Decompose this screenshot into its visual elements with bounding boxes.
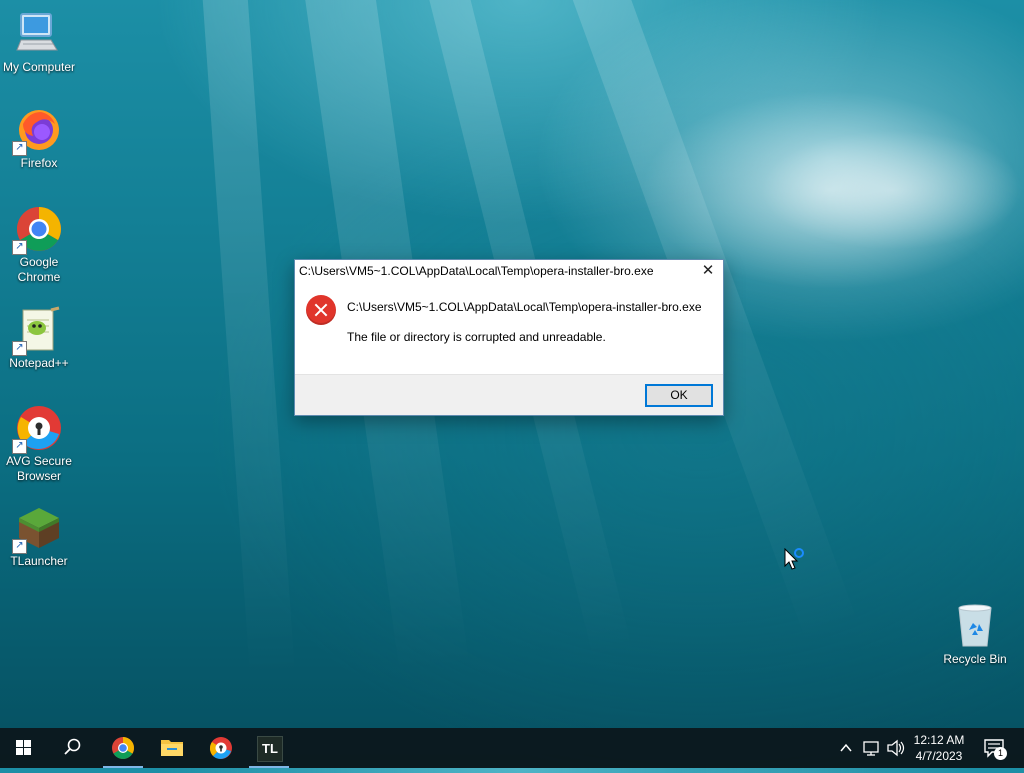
windows-logo-icon — [16, 740, 31, 755]
desktop-icon-chrome[interactable]: ↗ Google Chrome — [0, 205, 78, 285]
taskbar-app-avg-browser[interactable] — [197, 728, 245, 768]
recycle-bin-icon — [951, 602, 999, 650]
show-hidden-icons-button[interactable] — [836, 728, 856, 768]
chrome-icon — [112, 737, 134, 759]
dialog-footer: OK — [295, 374, 723, 415]
dialog-title: C:\Users\VM5~1.COL\AppData\Local\Temp\op… — [299, 264, 654, 278]
notification-count-badge: 1 — [994, 747, 1007, 760]
start-button[interactable] — [0, 728, 48, 768]
desktop-icon-recycle-bin[interactable]: Recycle Bin — [936, 602, 1014, 667]
desktop-icon-label: Google Chrome — [17, 255, 61, 284]
dialog-title-bar[interactable]: C:\Users\VM5~1.COL\AppData\Local\Temp\op… — [295, 260, 723, 282]
clock-date: 4/7/2023 — [915, 749, 963, 763]
desktop-icon-label: My Computer — [2, 60, 76, 74]
wave-foam — [760, 130, 1024, 250]
tlauncher-icon: ↗ — [12, 504, 63, 554]
clock-time: 12:12 AM — [913, 733, 965, 747]
light-ray — [200, 0, 296, 680]
tlauncher-icon: TL — [257, 736, 283, 762]
error-icon — [306, 295, 336, 325]
error-dialog: C:\Users\VM5~1.COL\AppData\Local\Temp\op… — [294, 259, 724, 416]
busy-cursor-icon — [784, 547, 808, 579]
avg-browser-icon — [209, 737, 232, 759]
taskbar-app-file-explorer[interactable] — [148, 728, 196, 768]
volume-tray-button[interactable] — [884, 728, 906, 768]
shortcut-arrow-icon: ↗ — [12, 539, 27, 554]
taskbar-app-tlauncher[interactable]: TL — [245, 728, 293, 768]
shortcut-arrow-icon: ↗ — [12, 141, 27, 156]
taskbar: TL 12:12 AM 4/7/2023 1 — [0, 728, 1024, 768]
desktop-icon-my-computer[interactable]: My Computer — [0, 10, 78, 75]
chrome-icon: ↗ — [12, 205, 63, 255]
desktop-icon-avg-secure-browser[interactable]: ↗ AVG Secure Browser — [0, 404, 78, 484]
desktop-icon-label: Recycle Bin — [943, 652, 1007, 666]
close-button[interactable]: ✕ — [693, 260, 723, 282]
notepadpp-icon: ↗ — [12, 306, 63, 356]
search-button[interactable] — [48, 728, 96, 768]
desktop-icon-firefox[interactable]: ↗ Firefox — [0, 106, 78, 171]
computer-icon — [15, 10, 63, 58]
dialog-message: The file or directory is corrupted and u… — [347, 330, 606, 344]
shortcut-arrow-icon: ↗ — [12, 341, 27, 356]
desktop-icon-label: Notepad++ — [9, 356, 69, 370]
shortcut-arrow-icon: ↗ — [12, 439, 27, 454]
desktop-icon-tlauncher[interactable]: ↗ TLauncher — [0, 504, 78, 569]
chevron-up-icon — [840, 743, 852, 752]
clock-button[interactable]: 12:12 AM 4/7/2023 — [908, 728, 970, 768]
firefox-icon: ↗ — [12, 106, 63, 156]
avg-browser-icon: ↗ — [12, 404, 63, 454]
network-tray-button[interactable] — [860, 728, 882, 768]
network-icon — [863, 741, 879, 756]
shortcut-arrow-icon: ↗ — [12, 240, 27, 255]
taskbar-app-chrome[interactable] — [99, 728, 147, 768]
action-center-button[interactable]: 1 — [976, 728, 1016, 768]
desktop-icon-notepadpp[interactable]: ↗ Notepad++ — [0, 306, 78, 371]
desktop-icon-label: TLauncher — [10, 554, 68, 568]
desktop-icon-label: AVG Secure Browser — [6, 454, 72, 483]
speaker-icon — [887, 739, 905, 757]
dialog-message-path: C:\Users\VM5~1.COL\AppData\Local\Temp\op… — [347, 300, 702, 314]
tlauncher-icon-text: TL — [262, 741, 278, 756]
folder-icon — [161, 740, 183, 756]
dialog-body: C:\Users\VM5~1.COL\AppData\Local\Temp\op… — [295, 282, 723, 374]
search-icon — [64, 738, 81, 755]
desktop-icon-label: Firefox — [20, 156, 58, 170]
ok-button[interactable]: OK — [645, 384, 713, 407]
